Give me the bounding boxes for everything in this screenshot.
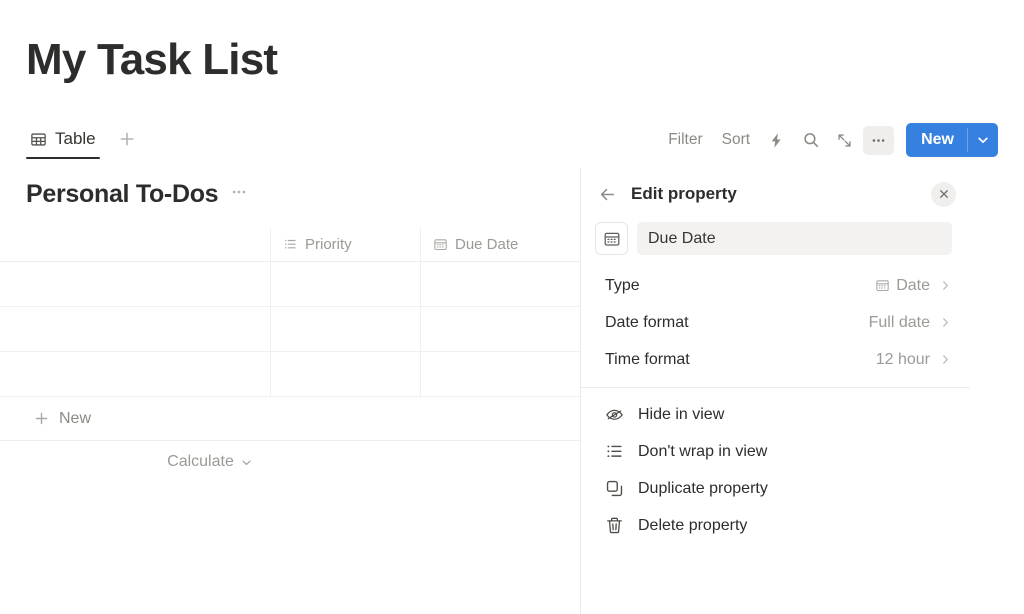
column-header-due-date-label: Due Date — [455, 236, 519, 253]
chevron-down-icon[interactable] — [968, 123, 998, 157]
cell-name[interactable] — [0, 307, 270, 351]
filter-button[interactable]: Filter — [660, 126, 710, 154]
table-row[interactable] — [0, 307, 580, 352]
close-icon[interactable] — [931, 181, 956, 207]
setting-date-format-value: Full date — [868, 313, 930, 331]
new-button[interactable]: New — [906, 123, 998, 157]
property-name-input[interactable] — [637, 222, 952, 255]
table-row[interactable] — [0, 352, 580, 397]
setting-type-value-text: Date — [896, 276, 930, 294]
column-header-due-date[interactable]: Due Date — [420, 228, 580, 261]
menu-item-dont-wrap-in-view-label: Don't wrap in view — [638, 442, 768, 460]
list-icon — [605, 442, 624, 461]
database-title: Personal To-Dos — [26, 180, 219, 208]
property-name-row — [581, 222, 970, 255]
new-button-label: New — [921, 131, 954, 148]
tab-table-label: Table — [55, 129, 96, 148]
cell-name[interactable] — [0, 352, 270, 396]
chevron-right-icon — [939, 353, 952, 366]
panel-divider — [581, 387, 970, 388]
menu-item-hide-in-view-label: Hide in view — [638, 405, 725, 423]
table-row[interactable] — [0, 262, 580, 307]
menu-item-delete-property-label: Delete property — [638, 516, 748, 534]
page-title: My Task List — [26, 35, 278, 84]
calendar-icon[interactable] — [595, 222, 628, 255]
view-toolbar: Table Filter Sort New — [0, 120, 1024, 166]
panel-title: Edit property — [631, 184, 737, 203]
property-actions-menu: Hide in view Don't wrap in view Duplicat… — [581, 396, 970, 544]
setting-type[interactable]: Type Date — [595, 267, 954, 304]
copy-icon — [605, 479, 624, 498]
database-menu-button[interactable] — [230, 183, 248, 207]
edit-property-panel: Edit property Due Date Type Date Date fo… — [580, 168, 970, 614]
menu-item-dont-wrap-in-view[interactable]: Don't wrap in view — [595, 433, 954, 470]
setting-type-value: Date — [875, 277, 930, 295]
setting-date-format[interactable]: Date format Full date — [595, 304, 954, 341]
new-row-button[interactable]: New — [0, 397, 580, 441]
calculate-button[interactable]: Calculate — [0, 441, 420, 483]
setting-type-label: Type — [605, 276, 640, 294]
expand-arrows-icon[interactable] — [829, 126, 860, 155]
lightning-bolt-icon[interactable] — [761, 126, 792, 155]
toolbar: Filter Sort New — [660, 123, 998, 157]
chevron-right-icon — [939, 279, 952, 292]
column-header-priority-label: Priority — [305, 236, 352, 253]
table-header-row: Priority Due Date — [0, 228, 580, 262]
column-header-name[interactable] — [0, 228, 270, 261]
database-title-row: Personal To-Dos — [26, 180, 248, 209]
cell-name[interactable] — [0, 262, 270, 306]
cell-due-date[interactable] — [420, 262, 580, 306]
plus-icon — [34, 411, 49, 426]
cell-priority[interactable] — [270, 262, 420, 306]
eye-off-icon — [605, 405, 624, 424]
property-settings: Type Date Date format Full date Time for… — [581, 267, 970, 378]
select-list-icon — [283, 237, 298, 252]
new-row-label: New — [59, 409, 92, 427]
more-options-button[interactable] — [863, 125, 895, 155]
trash-icon — [605, 516, 624, 535]
chevron-right-icon — [939, 316, 952, 329]
add-view-button[interactable] — [116, 128, 138, 150]
menu-item-duplicate-property-label: Duplicate property — [638, 479, 768, 497]
notion-database-page: My Task List Table Filter Sort New Perso… — [0, 0, 1024, 614]
menu-item-hide-in-view[interactable]: Hide in view — [595, 396, 954, 433]
menu-item-delete-property[interactable]: Delete property — [595, 507, 954, 544]
cell-due-date[interactable] — [420, 352, 580, 396]
cell-priority[interactable] — [270, 352, 420, 396]
chevron-down-icon — [240, 456, 253, 469]
setting-time-format[interactable]: Time format 12 hour — [595, 341, 954, 378]
setting-time-format-value: 12 hour — [875, 350, 930, 368]
setting-date-format-label: Date format — [605, 313, 689, 331]
search-icon[interactable] — [795, 126, 826, 155]
cell-priority[interactable] — [270, 307, 420, 351]
calendar-icon — [875, 278, 890, 293]
panel-header: Edit property — [581, 168, 970, 220]
arrow-left-icon[interactable] — [593, 180, 621, 208]
cell-due-date[interactable] — [420, 307, 580, 351]
calendar-icon — [433, 237, 448, 252]
calculate-label: Calculate — [167, 453, 234, 470]
tab-table[interactable]: Table — [26, 127, 100, 159]
database-table: Priority Due Date New Calculate — [0, 228, 580, 483]
column-header-priority[interactable]: Priority — [270, 228, 420, 261]
sort-button[interactable]: Sort — [714, 126, 758, 154]
setting-time-format-label: Time format — [605, 350, 690, 368]
table-icon — [30, 131, 47, 148]
menu-item-duplicate-property[interactable]: Duplicate property — [595, 470, 954, 507]
